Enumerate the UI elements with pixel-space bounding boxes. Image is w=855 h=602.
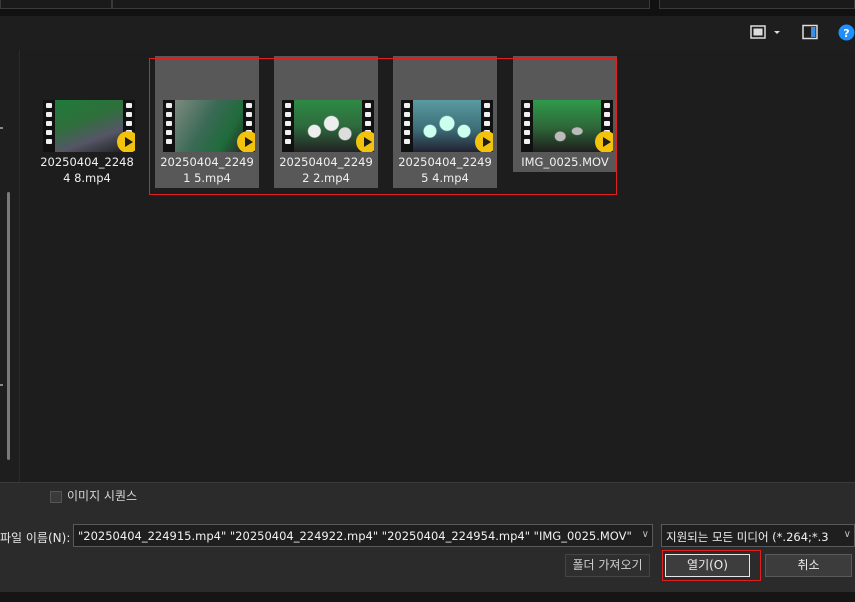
chevron-down-icon[interactable]: ∨ [844,529,851,540]
address-bar-segment [0,0,112,9]
chevron-down-icon[interactable] [772,24,782,40]
file-item[interactable]: 20250404_22491 5.mp4 [155,56,259,188]
address-bar[interactable] [112,0,650,9]
help-icon[interactable]: ? [838,24,855,41]
toolbar: ? [0,16,855,50]
underlying-window-strip [0,592,855,602]
nav-marker [0,384,3,386]
dialog-footer: 이미지 시퀀스 파일 이름(N): "20250404_224915.mp4" … [0,482,855,602]
thumbnail-view-icon[interactable] [750,24,766,40]
file-item[interactable]: 20250404_22495 4.mp4 [393,56,497,188]
search-box[interactable] [659,0,855,9]
play-icon [595,131,613,152]
navigation-pane[interactable] [0,50,20,482]
play-icon [475,131,493,152]
file-item[interactable]: 20250404_22492 2.mp4 [274,56,378,188]
video-thumbnail [282,100,374,152]
cancel-button[interactable]: 취소 [765,554,852,577]
nav-marker [0,127,3,129]
play-icon [117,131,135,152]
nav-scrollbar[interactable] [7,192,10,460]
file-name: 20250404_22491 5.mp4 [160,155,254,185]
file-item[interactable]: 20250404_22484 8.mp4 [35,56,139,188]
file-name: 20250404_22484 8.mp4 [40,155,134,185]
image-sequence-checkbox[interactable] [50,491,62,503]
file-name-value: "20250404_224915.mp4" "20250404_224922.m… [78,529,632,543]
file-name: 20250404_22492 2.mp4 [279,155,373,185]
play-icon [237,131,255,152]
top-strip [0,0,855,16]
file-item[interactable]: IMG_0025.MOV [513,56,617,172]
file-type-value: 지원되는 모든 미디어 (*.264;*.3 [666,530,829,544]
video-thumbnail [521,100,613,152]
video-thumbnail [401,100,493,152]
import-folder-button[interactable]: 폴더 가져오기 [565,554,650,577]
file-name: 20250404_22495 4.mp4 [398,155,492,185]
play-icon [356,131,374,152]
image-sequence-label: 이미지 시퀀스 [67,489,138,503]
help-label: ? [843,27,849,40]
file-type-select[interactable]: 지원되는 모든 미디어 (*.264;*.3 ∨ [661,524,855,547]
video-thumbnail [43,100,135,152]
preview-pane-icon[interactable] [802,24,818,40]
file-name-input[interactable]: "20250404_224915.mp4" "20250404_224922.m… [73,524,653,547]
video-thumbnail [163,100,255,152]
file-list[interactable]: 20250404_22484 8.mp4 20250404_22491 5.mp… [21,50,855,482]
chevron-down-icon[interactable]: ∨ [642,529,649,540]
file-name-label: 파일 이름(N): [0,531,71,545]
file-name: IMG_0025.MOV [521,155,609,169]
open-button[interactable]: 열기(O) [665,554,750,577]
